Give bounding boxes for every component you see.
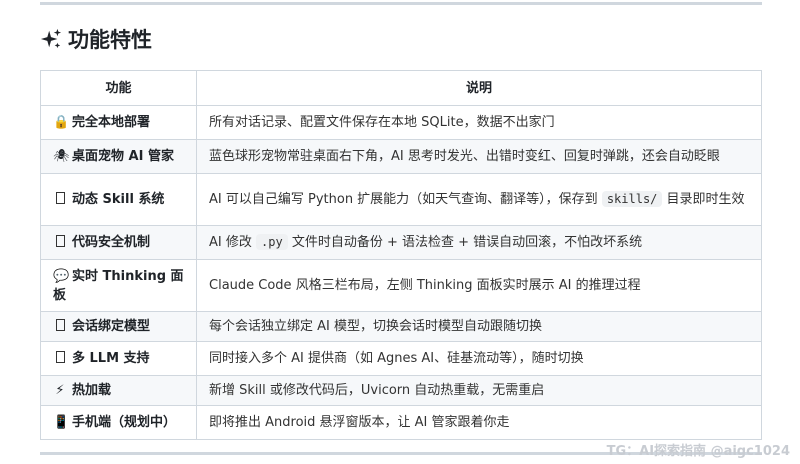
- description-cell: 新增 Skill 或修改代码后，Uvicorn 自动热重载，无需重启: [196, 375, 762, 406]
- table-row: 🕷 桌面宠物 AI 管家 蓝色球形宠物常驻桌面右下角，AI 思考时发光、出错时变红、…: [40, 139, 762, 174]
- table-row: 📱 手机端（规划中） 即将推出 Android 悬浮窗版本，让 AI 管家跟着你走: [40, 405, 762, 440]
- feature-name: 完全本地部署: [72, 115, 151, 130]
- feature-name: 热加载: [72, 383, 112, 398]
- feature-name: 代码安全机制: [72, 235, 151, 250]
- description-text: 新增 Skill 或修改代码后，Uvicorn 自动热重载，无需重启: [209, 383, 545, 398]
- feature-icon: 🕷: [53, 149, 70, 164]
- description-text: 所有对话记录、配置文件保存在本地 SQLite，数据不出家门: [209, 115, 555, 130]
- feature-cell: 多 LLM 支持: [40, 341, 197, 376]
- feature-name: 桌面宠物 AI 管家: [72, 149, 174, 164]
- description-text: 每个会话独立绑定 AI 模型，切换会话时模型自动跟随切换: [209, 319, 542, 334]
- description-cell: 每个会话独立绑定 AI 模型，切换会话时模型自动跟随切换: [196, 311, 762, 342]
- description-text: 即将推出 Android 悬浮窗版本，让 AI 管家跟着你走: [209, 415, 510, 430]
- table-row: 💬 实时 Thinking 面板 Claude Code 风格三栏布局，左侧 Thi…: [40, 259, 762, 312]
- table-row: 🔒 完全本地部署 所有对话记录、配置文件保存在本地 SQLite，数据不出家门: [40, 105, 762, 140]
- table-row: 多 LLM 支持 同时接入多个 AI 提供商（如 Agnes AI、硅基流动等），…: [40, 341, 762, 376]
- top-divider: [40, 2, 762, 5]
- inline-code: skills/: [601, 191, 663, 207]
- feature-cell: 代码安全机制: [40, 225, 197, 260]
- feature-name: 实时 Thinking 面板: [53, 268, 184, 303]
- section-heading: 功能特性: [40, 24, 152, 54]
- table-row: 代码安全机制 AI 修改 .py 文件时自动备份 + 语法检查 + 错误自动回滚，…: [40, 225, 762, 260]
- feature-icon: 🔒: [53, 115, 70, 130]
- section-title: 功能特性: [68, 28, 152, 52]
- feature-icon: 💬: [53, 268, 70, 284]
- column-header-description: 说明: [196, 70, 762, 106]
- watermark: TG：AI探索指南 @aigc1024: [606, 444, 790, 459]
- description-text: 文件时自动备份 + 语法检查 + 错误自动回滚，不怕改坏系统: [287, 235, 643, 250]
- description-text: AI 修改: [209, 235, 256, 250]
- feature-icon: 📱: [53, 415, 70, 430]
- description-cell: 即将推出 Android 悬浮窗版本，让 AI 管家跟着你走: [196, 405, 762, 440]
- description-cell: AI 修改 .py 文件时自动备份 + 语法检查 + 错误自动回滚，不怕改坏系统: [196, 225, 762, 260]
- feature-cell: 🕷 桌面宠物 AI 管家: [40, 139, 197, 174]
- table-row: ⚡ 热加载 新增 Skill 或修改代码后，Uvicorn 自动热重载，无需重启: [40, 375, 762, 406]
- feature-icon: [53, 190, 67, 209]
- inline-code: .py: [256, 234, 288, 250]
- feature-icon: ⚡: [55, 383, 65, 398]
- description-cell: 所有对话记录、配置文件保存在本地 SQLite，数据不出家门: [196, 105, 762, 140]
- description-cell: 同时接入多个 AI 提供商（如 Agnes AI、硅基流动等），随时切换: [196, 341, 762, 376]
- feature-cell: 📱 手机端（规划中）: [40, 405, 197, 440]
- feature-icon: [53, 349, 67, 368]
- feature-cell: 💬 实时 Thinking 面板: [40, 259, 197, 312]
- table-row: 动态 Skill 系统 AI 可以自己编写 Python 扩展能力（如天气查询、翻…: [40, 173, 762, 226]
- feature-table: 功能 说明 🔒 完全本地部署 所有对话记录、配置文件保存在本地 SQLite，数据不…: [40, 70, 762, 440]
- description-cell: Claude Code 风格三栏布局，左侧 Thinking 面板实时展示 AI…: [196, 259, 762, 312]
- feature-cell: 🔒 完全本地部署: [40, 105, 197, 140]
- feature-name: 动态 Skill 系统: [72, 192, 165, 207]
- feature-icon: [53, 233, 67, 252]
- sparkles-icon: [40, 28, 62, 49]
- description-text: Claude Code 风格三栏布局，左侧 Thinking 面板实时展示 AI…: [209, 278, 641, 293]
- feature-name: 多 LLM 支持: [72, 351, 150, 366]
- description-text: 目录即时生效: [662, 192, 745, 207]
- description-cell: AI 可以自己编写 Python 扩展能力（如天气查询、翻译等），保存到 ski…: [196, 173, 762, 226]
- table-header-row: 功能 说明: [40, 70, 762, 106]
- feature-icon: [53, 317, 67, 336]
- table-row: 会话绑定模型 每个会话独立绑定 AI 模型，切换会话时模型自动跟随切换: [40, 311, 762, 342]
- description-cell: 蓝色球形宠物常驻桌面右下角，AI 思考时发光、出错时变红、回复时弹跳，还会自动眨…: [196, 139, 762, 174]
- column-header-feature: 功能: [40, 70, 197, 106]
- feature-cell: ⚡ 热加载: [40, 375, 197, 406]
- feature-cell: 会话绑定模型: [40, 311, 197, 342]
- feature-name: 手机端（规划中）: [72, 415, 177, 430]
- description-text: AI 可以自己编写 Python 扩展能力（如天气查询、翻译等），保存到: [209, 192, 602, 207]
- description-text: 蓝色球形宠物常驻桌面右下角，AI 思考时发光、出错时变红、回复时弹跳，还会自动眨…: [209, 149, 720, 164]
- description-text: 同时接入多个 AI 提供商（如 Agnes AI、硅基流动等），随时切换: [209, 351, 584, 366]
- feature-name: 会话绑定模型: [72, 319, 151, 334]
- feature-cell: 动态 Skill 系统: [40, 173, 197, 226]
